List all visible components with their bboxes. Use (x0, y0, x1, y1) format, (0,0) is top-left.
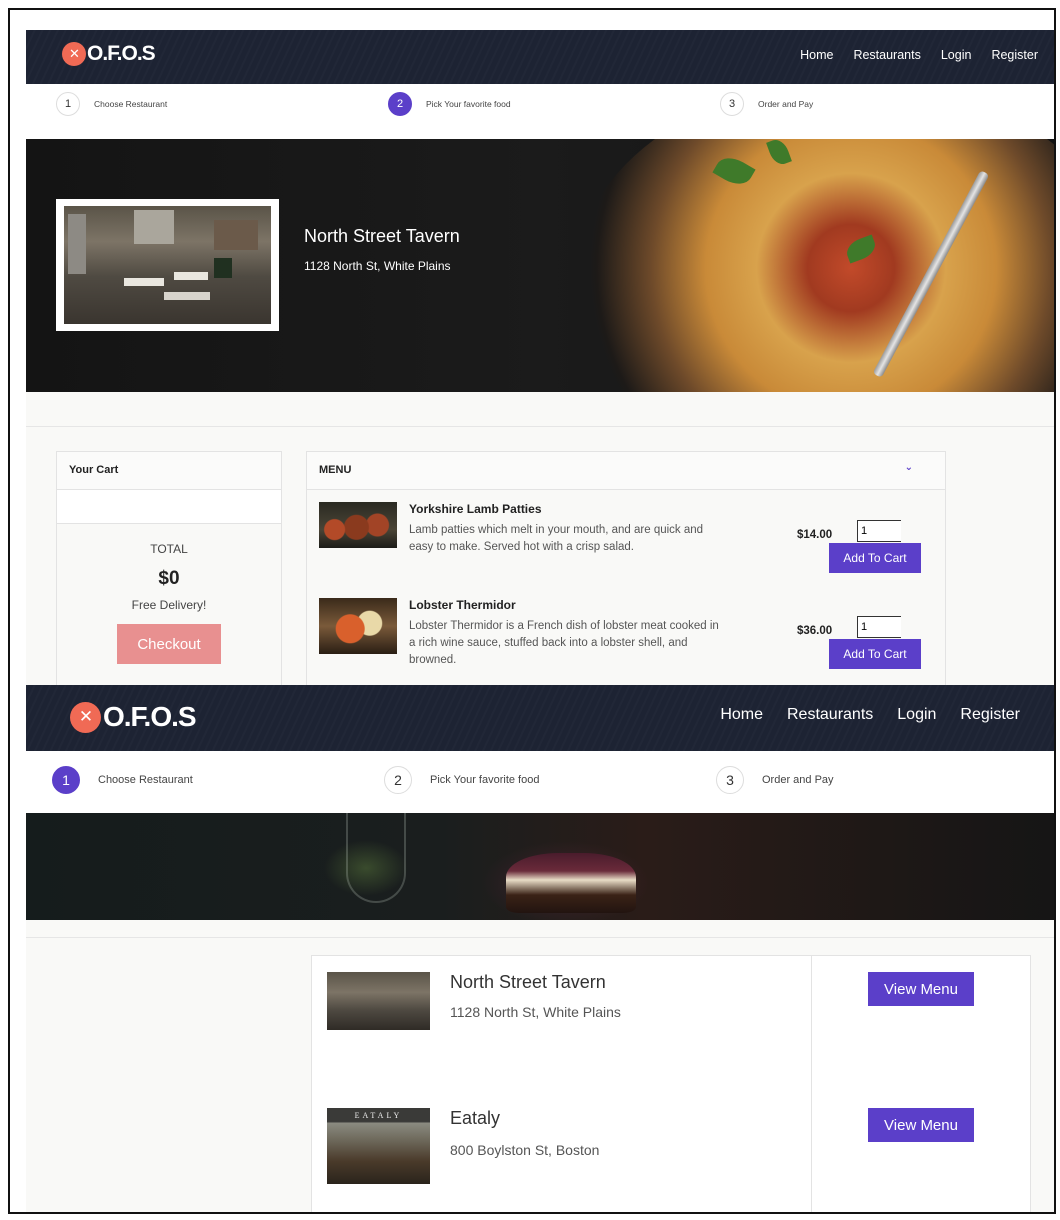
eataly-sign: EATALY (354, 1111, 403, 1120)
step-choose-restaurant: 1 Choose Restaurant (52, 766, 193, 794)
restaurants-page: ✕ O.F.O.S Home Restaurants Login Registe… (26, 685, 1054, 1212)
step-label: Order and Pay (762, 774, 834, 786)
dish-name: Lobster Thermidor (409, 598, 516, 612)
step-label: Choose Restaurant (98, 774, 193, 786)
nav-register[interactable]: Register (991, 48, 1038, 62)
restaurant-name[interactable]: Eataly (450, 1108, 500, 1129)
lamb-patties-image (319, 502, 397, 548)
step-number: 2 (388, 92, 412, 116)
menu-panel: MENU ⌄ Yorkshire Lamb Patties Lamb patti… (306, 451, 946, 685)
nav-login[interactable]: Login (897, 706, 936, 724)
step-number: 1 (52, 766, 80, 794)
nav-links: Home Restaurants Login Register (800, 48, 1038, 62)
brand-logo[interactable]: ✕ O.F.O.S (62, 42, 156, 66)
step-number: 2 (384, 766, 412, 794)
restaurant-row: EATALY Eataly 800 Boylston St, Boston Vi… (312, 1096, 1030, 1212)
add-to-cart-button[interactable]: Add To Cart (829, 639, 921, 669)
menu-page: ✕ O.F.O.S Home Restaurants Login Registe… (26, 30, 1054, 685)
restaurants-hero-banner (26, 813, 1054, 920)
step-pick-food: 2 Pick Your favorite food (388, 92, 511, 116)
restaurant-address: 1128 North St, White Plains (304, 259, 451, 273)
progress-steps: 1 Choose Restaurant 2 Pick Your favorite… (26, 751, 1054, 813)
menu-header[interactable]: MENU ⌄ (307, 452, 945, 490)
restaurant-hero-banner: North Street Tavern 1128 North St, White… (26, 139, 1054, 392)
brand-name: O.F.O.S (87, 42, 156, 65)
restaurant-list: North Street Tavern 1128 North St, White… (311, 955, 1031, 1212)
nav-register[interactable]: Register (960, 706, 1020, 724)
dish-description: Lobster Thermidor is a French dish of lo… (409, 620, 719, 666)
menu-title: MENU (319, 464, 352, 476)
brand-logo[interactable]: ✕ O.F.O.S (70, 701, 197, 733)
restaurant-address: 800 Boylston St, Boston (450, 1142, 600, 1158)
dish-name: Yorkshire Lamb Patties (409, 502, 542, 516)
cart-title: Your Cart (57, 452, 281, 490)
nav-login[interactable]: Login (941, 48, 972, 62)
step-order-pay: 3 Order and Pay (716, 766, 834, 794)
step-pick-food: 2 Pick Your favorite food (384, 766, 539, 794)
progress-steps: 1 Choose Restaurant 2 Pick Your favorite… (26, 84, 1054, 139)
nav-restaurants[interactable]: Restaurants (853, 48, 920, 62)
nav-home[interactable]: Home (720, 706, 763, 724)
nav-home[interactable]: Home (800, 48, 833, 62)
utensils-icon: ✕ (62, 42, 86, 66)
step-number: 1 (56, 92, 80, 116)
restaurant-thumbnail[interactable]: EATALY (327, 1108, 430, 1184)
nav-links: Home Restaurants Login Register (720, 706, 1020, 724)
brand-name: O.F.O.S (103, 701, 197, 732)
step-label: Choose Restaurant (94, 99, 168, 109)
quantity-input[interactable] (857, 616, 901, 638)
restaurant-address: 1128 North St, White Plains (450, 1004, 621, 1020)
navbar: ✕ O.F.O.S Home Restaurants Login Registe… (26, 685, 1054, 751)
step-choose-restaurant: 1 Choose Restaurant (56, 92, 167, 116)
step-label: Order and Pay (758, 99, 814, 109)
step-label: Pick Your favorite food (426, 99, 511, 109)
utensils-icon: ✕ (70, 701, 101, 733)
step-number: 3 (716, 766, 744, 794)
add-to-cart-button[interactable]: Add To Cart (829, 543, 921, 573)
delivery-note: Free Delivery! (131, 598, 207, 612)
restaurant-name: North Street Tavern (304, 226, 460, 246)
view-menu-button[interactable]: View Menu (868, 1108, 974, 1142)
navbar: ✕ O.F.O.S Home Restaurants Login Registe… (26, 30, 1054, 84)
menu-item: Yorkshire Lamb Patties Lamb patties whic… (307, 490, 945, 586)
step-label: Pick Your favorite food (430, 774, 540, 786)
checkout-button[interactable]: Checkout (117, 624, 221, 664)
restaurant-name[interactable]: North Street Tavern (450, 972, 606, 993)
dish-price: $36.00 (797, 625, 833, 637)
cart-total-value: $0 (158, 568, 180, 589)
divider (26, 937, 1054, 938)
menu-item: Lobster Thermidor Lobster Thermidor is a… (307, 586, 945, 685)
cart-total-label: TOTAL (150, 542, 188, 556)
restaurant-row: North Street Tavern 1128 North St, White… (312, 956, 1030, 1086)
chevron-down-icon[interactable]: ⌄ (905, 462, 913, 473)
nav-restaurants[interactable]: Restaurants (787, 706, 873, 724)
dessert-image (506, 853, 636, 913)
restaurant-photo (56, 199, 279, 331)
divider (26, 426, 1054, 427)
cart-panel: Your Cart TOTAL $0 Free Delivery! Checko… (56, 451, 282, 685)
screenshot-frame: ✕ O.F.O.S Home Restaurants Login Registe… (8, 8, 1056, 1214)
step-number: 3 (720, 92, 744, 116)
dish-description: Lamb patties which melt in your mouth, a… (409, 524, 704, 553)
wine-glass-graphic (346, 813, 406, 903)
lobster-thermidor-image (319, 598, 397, 654)
quantity-input[interactable] (857, 520, 901, 542)
step-order-pay: 3 Order and Pay (720, 92, 813, 116)
cart-items (57, 490, 281, 524)
restaurant-thumbnail[interactable] (327, 972, 430, 1030)
dish-price: $14.00 (797, 529, 833, 541)
view-menu-button[interactable]: View Menu (868, 972, 974, 1006)
